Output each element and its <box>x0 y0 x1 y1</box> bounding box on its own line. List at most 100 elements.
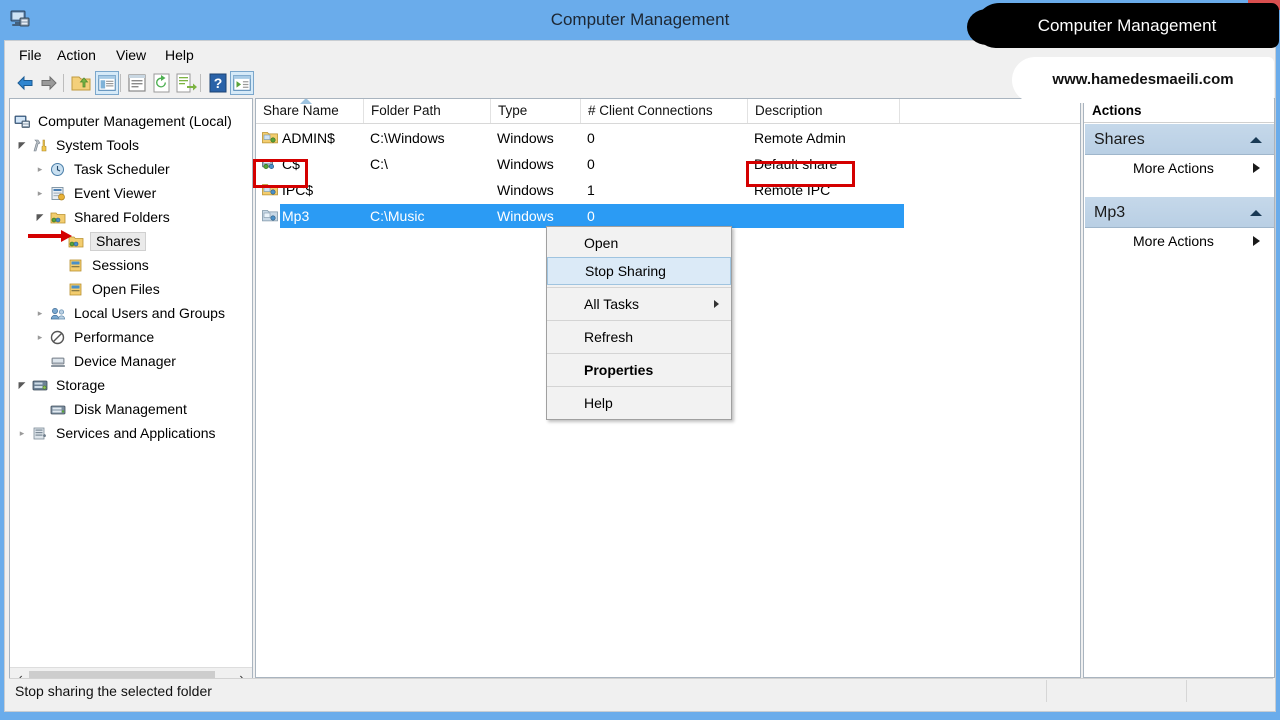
share-folder-icon <box>262 210 278 222</box>
tree-node-label: Sessions <box>92 257 149 273</box>
tree-node-local-users-and-groups[interactable]: ▸ Local Users and Groups <box>38 302 227 324</box>
cell-description <box>754 203 934 229</box>
context-menu-item-stop-sharing[interactable]: Stop Sharing <box>547 257 731 285</box>
cell-folder-path <box>370 177 491 203</box>
context-menu-separator <box>547 386 731 387</box>
tree-node-shares[interactable]: Shares <box>68 230 147 252</box>
expander-open-icon[interactable]: ◤ <box>16 139 28 151</box>
actions-item-more-actions-shares[interactable]: More Actions <box>1085 155 1274 181</box>
disk-management-icon <box>50 405 66 414</box>
tree-node-device-manager[interactable]: Device Manager <box>50 350 178 372</box>
tree-node-sessions[interactable]: Sessions <box>68 254 151 276</box>
table-row[interactable]: IPC$ Windows 1 Remote IPC <box>256 177 1080 203</box>
cell-share-name: IPC$ <box>282 182 314 198</box>
forward-icon <box>41 75 57 91</box>
services-apps-icon <box>33 427 46 439</box>
expander-closed-icon[interactable]: ▸ <box>16 427 28 439</box>
expander-closed-icon[interactable]: ▸ <box>34 187 46 199</box>
column-header-type[interactable]: Type <box>491 99 581 123</box>
refresh-button[interactable] <box>150 71 174 95</box>
context-menu-item-all-tasks[interactable]: All Tasks <box>547 290 731 318</box>
properties-button[interactable] <box>125 71 149 95</box>
tree-node-performance[interactable]: ▸ Performance <box>38 326 156 348</box>
help-button[interactable]: ? <box>206 71 230 95</box>
tree-node-shared-folders[interactable]: ◤ Shared Folders <box>37 206 172 228</box>
cell-connections: 0 <box>587 156 595 172</box>
context-menu-item-help[interactable]: Help <box>547 389 731 417</box>
chevron-right-icon[interactable] <box>1253 236 1260 246</box>
computer-icon <box>14 115 30 128</box>
tree-node-disk-management[interactable]: Disk Management <box>50 398 189 420</box>
users-groups-icon <box>50 307 66 319</box>
expander-open-icon[interactable]: ◤ <box>34 211 46 223</box>
menu-file[interactable]: File <box>13 45 48 66</box>
back-button[interactable] <box>13 71 37 95</box>
expander-open-icon[interactable]: ◤ <box>16 379 28 391</box>
tree-node-open-files[interactable]: Open Files <box>68 278 162 300</box>
watermark-title-text: Computer Management <box>1037 16 1217 35</box>
cell-description: Default share <box>754 156 838 172</box>
up-one-level-button[interactable] <box>69 71 93 95</box>
menu-action[interactable]: Action <box>51 45 102 66</box>
actions-group-mp3[interactable]: Mp3 <box>1085 197 1274 228</box>
cell-description: Remote Admin <box>754 130 846 146</box>
chevron-up-icon[interactable] <box>1250 210 1262 216</box>
actions-group-title: Shares <box>1094 131 1145 148</box>
tree-node-task-scheduler[interactable]: ▸ Task Scheduler <box>38 158 172 180</box>
menu-view[interactable]: View <box>110 45 152 66</box>
show-hide-console-tree-button[interactable] <box>95 71 119 95</box>
watermark-site-text: www.hamedesmaeili.com <box>1052 71 1234 88</box>
tree-node-storage[interactable]: ◤ Storage <box>19 374 107 396</box>
context-menu-item-properties[interactable]: Properties <box>547 356 731 384</box>
forward-button[interactable] <box>37 71 61 95</box>
tree-node-label: Shared Folders <box>74 209 170 225</box>
actions-item-more-actions-mp3[interactable]: More Actions <box>1085 228 1274 254</box>
tree-node-services-and-applications[interactable]: ▸ Services and Applications <box>20 422 218 444</box>
status-bar-text: Stop sharing the selected folder <box>15 683 212 699</box>
actions-panel: Actions Shares More Actions Mp3 More Act… <box>1083 98 1275 678</box>
tree-node-label: Disk Management <box>74 401 187 417</box>
table-row[interactable]: ADMIN$ C:\Windows Windows 0 Remote Admin <box>256 125 1080 151</box>
tree-node-event-viewer[interactable]: ▸ Event Viewer <box>38 182 158 204</box>
menu-help[interactable]: Help <box>159 45 200 66</box>
column-header-folder-path[interactable]: Folder Path <box>364 99 491 123</box>
tree-node-label: Services and Applications <box>56 425 216 441</box>
tree-node-label: Open Files <box>92 281 160 297</box>
tree-node-computer-management[interactable]: Computer Management (Local) <box>14 110 234 132</box>
share-ipc-icon <box>262 184 278 196</box>
column-header-description[interactable]: Description <box>748 99 900 123</box>
context-menu-item-open[interactable]: Open <box>547 229 731 257</box>
svg-text:?: ? <box>214 75 223 91</box>
cell-connections: 1 <box>587 182 595 198</box>
expander-closed-icon[interactable]: ▸ <box>34 307 46 319</box>
actions-item-label: More Actions <box>1133 160 1214 176</box>
device-manager-icon <box>51 357 65 367</box>
share-drive-icon <box>262 159 275 170</box>
submenu-arrow-icon <box>714 300 719 308</box>
list-column-headers: Share Name Folder Path Type # Client Con… <box>256 99 1080 124</box>
toolbar-separator-1 <box>63 74 64 92</box>
chevron-up-icon[interactable] <box>1250 137 1262 143</box>
expander-closed-icon[interactable]: ▸ <box>34 331 46 343</box>
show-hide-action-pane-button[interactable] <box>230 71 254 95</box>
status-bar-divider <box>1186 680 1187 702</box>
expander-closed-icon[interactable]: ▸ <box>34 163 46 175</box>
tree-node-label: System Tools <box>56 137 139 153</box>
folder-up-icon <box>71 76 91 91</box>
cell-type: Windows <box>497 182 554 198</box>
shared-folder-icon <box>50 212 66 223</box>
tree-node-label: Performance <box>74 329 155 345</box>
tree-node-system-tools[interactable]: ◤ System Tools <box>19 134 141 156</box>
cell-folder-path: C:\ <box>370 156 388 172</box>
table-row[interactable]: C$ C:\ Windows 0 Default share <box>256 151 1080 177</box>
actions-group-shares[interactable]: Shares <box>1085 124 1274 155</box>
column-header-connections[interactable]: # Client Connections <box>581 99 748 123</box>
export-list-button[interactable] <box>174 71 198 95</box>
context-menu-item-refresh[interactable]: Refresh <box>547 323 731 351</box>
sort-ascending-icon <box>300 99 312 104</box>
status-bar: Stop sharing the selected folder <box>9 678 1273 703</box>
status-bar-divider <box>1046 680 1047 702</box>
cell-folder-path: C:\Windows <box>370 130 445 146</box>
chevron-right-icon[interactable] <box>1253 163 1260 173</box>
cell-share-name: ADMIN$ <box>282 130 335 146</box>
